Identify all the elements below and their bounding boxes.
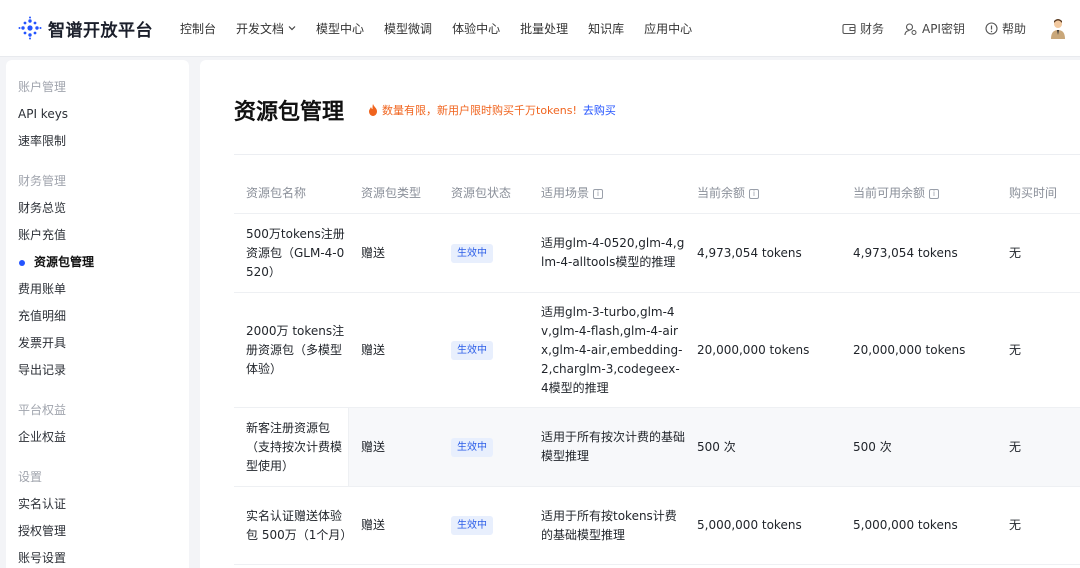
row-name: 实名认证赠送体验包 500万（1个月）	[246, 508, 349, 542]
nav-model-center[interactable]: 模型中心	[316, 20, 364, 37]
row-available: 5,000,000 tokens	[853, 518, 958, 532]
brand[interactable]: 智谱开放平台	[18, 16, 168, 41]
nav-knowledge[interactable]: 知识库	[588, 20, 624, 37]
main-nav: 控制台 开发文档 模型中心 模型微调 体验中心 批量处理 知识库 应用中心	[180, 20, 712, 37]
fire-icon	[369, 104, 378, 116]
row-time: 无	[1009, 518, 1022, 532]
top-nav-bar: 智谱开放平台 控制台 开发文档 模型中心 模型微调 体验中心 批量处理 知识库 …	[0, 0, 1080, 57]
sidebar-item-invoice[interactable]: 发票开具	[6, 330, 189, 357]
row-scene: 适用于所有按次计费的基础模型推理	[541, 430, 685, 463]
row-type: 赠送	[361, 342, 386, 357]
sidebar-item-bills[interactable]: 费用账单	[6, 276, 189, 303]
row-time: 无	[1009, 245, 1022, 260]
col-balance: 当前余额 i	[685, 184, 841, 203]
status-badge: 生效中	[451, 437, 493, 457]
page-title: 资源包管理	[234, 100, 345, 125]
divider	[234, 154, 1080, 155]
sidebar-item-finance-overview[interactable]: 财务总览	[6, 195, 189, 222]
sidebar-item-recharge-details[interactable]: 充值明细	[6, 303, 189, 330]
table-header: 资源包名称 资源包类型 资源包状态 适用场景 i 当前余额 i 当前可用余额 i 购买…	[234, 174, 1080, 214]
sidebar-item-authorization[interactable]: 授权管理	[6, 518, 189, 545]
resource-pack-table: 资源包名称 资源包类型 资源包状态 适用场景 i 当前余额 i 当前可用余额 i 购买…	[234, 174, 1080, 565]
col-name: 资源包名称	[246, 186, 307, 200]
row-time: 无	[1009, 342, 1022, 357]
col-status: 资源包状态	[451, 186, 512, 200]
row-available: 20,000,000 tokens	[853, 342, 966, 357]
col-type: 资源包类型	[361, 186, 422, 200]
nav-docs[interactable]: 开发文档	[236, 20, 296, 37]
row-balance: 20,000,000 tokens	[697, 342, 810, 357]
col-purchase-time: 购买时间	[1009, 186, 1058, 200]
nav-experience[interactable]: 体验中心	[452, 20, 500, 37]
info-icon[interactable]: i	[749, 188, 760, 199]
table-row: 实名认证赠送体验包 500万（1个月） 赠送 生效中 适用于所有按tokens计…	[234, 487, 1080, 565]
info-icon[interactable]: i	[593, 188, 604, 199]
row-scene: 适用于所有按tokens计费的基础模型推理	[541, 508, 677, 542]
promo-text: 数量有限，新用户限时购买千万tokens!	[382, 104, 577, 117]
sidebar-item-rate-limit[interactable]: 速率限制	[6, 128, 189, 155]
wallet-icon	[842, 23, 856, 34]
buy-link[interactable]: 去购买	[583, 102, 616, 118]
info-icon[interactable]: i	[929, 188, 940, 199]
help-link[interactable]: 帮助	[985, 20, 1026, 37]
brand-name: 智谱开放平台	[48, 20, 153, 41]
promo-banner: 数量有限，新用户限时购买千万tokens! 去购买	[368, 102, 616, 118]
user-avatar[interactable]	[1048, 18, 1068, 40]
row-scene: 适用glm-4-0520,glm-4,glm-4-alltools模型的推理	[541, 236, 685, 269]
row-balance: 500 次	[697, 439, 736, 454]
key-user-icon	[904, 22, 917, 35]
row-name: 2000万 tokens注册资源包（多模型体验）	[246, 323, 345, 376]
row-time: 无	[1009, 439, 1022, 454]
row-name: 500万tokens注册资源包（GLM-4-0520）	[246, 226, 345, 279]
row-available: 500 次	[853, 439, 892, 454]
nav-fine-tune[interactable]: 模型微调	[384, 20, 432, 37]
table-row: 新客注册资源包（支持按次计费模型使用） 赠送 生效中 适用于所有按次计费的基础模…	[234, 408, 1080, 487]
sidebar-item-verification[interactable]: 实名认证	[6, 491, 189, 518]
sidebar-item-export-records[interactable]: 导出记录	[6, 357, 189, 384]
row-type: 赠送	[361, 439, 386, 454]
sidebar-item-account-settings[interactable]: 账号设置	[6, 545, 189, 568]
row-name: 新客注册资源包（支持按次计费模型使用）	[234, 408, 349, 486]
sidebar-item-api-keys[interactable]: API keys	[6, 101, 189, 128]
sidebar: 账户管理 API keys 速率限制 财务管理 财务总览 账户充值 资源包管理 …	[6, 60, 189, 568]
nav-apps[interactable]: 应用中心	[644, 20, 692, 37]
sidebar-group-rights: 平台权益	[18, 403, 67, 417]
nav-batch[interactable]: 批量处理	[520, 20, 568, 37]
status-badge: 生效中	[451, 340, 493, 360]
row-type: 赠送	[361, 245, 386, 260]
status-badge: 生效中	[451, 243, 493, 263]
sidebar-item-recharge[interactable]: 账户充值	[6, 222, 189, 249]
status-badge: 生效中	[451, 516, 493, 535]
main-content: 资源包管理 数量有限，新用户限时购买千万tokens! 去购买 资源包名称 资源…	[200, 60, 1080, 568]
col-available: 当前可用余额 i	[841, 184, 997, 203]
row-scene: 适用glm-3-turbo,glm-4v,glm-4-flash,glm-4-a…	[541, 304, 683, 395]
row-available: 4,973,054 tokens	[853, 245, 958, 260]
api-key-link[interactable]: API密钥	[904, 20, 965, 37]
help-icon	[985, 22, 998, 35]
table-row: 500万tokens注册资源包（GLM-4-0520） 赠送 生效中 适用glm…	[234, 214, 1080, 293]
sidebar-group-account: 账户管理	[18, 80, 67, 94]
sidebar-group-settings: 设置	[18, 470, 43, 484]
table-row: 2000万 tokens注册资源包（多模型体验） 赠送 生效中 适用glm-3-…	[234, 293, 1080, 408]
sidebar-item-resource-packs[interactable]: 资源包管理	[6, 249, 189, 276]
zhipu-logo-icon	[18, 16, 42, 40]
chevron-down-icon	[288, 26, 296, 31]
header-tools: 财务 API密钥 帮助	[822, 0, 1068, 57]
sidebar-item-enterprise-rights[interactable]: 企业权益	[6, 424, 189, 451]
nav-console[interactable]: 控制台	[180, 20, 216, 37]
col-scene: 适用场景 i	[529, 184, 685, 203]
row-balance: 4,973,054 tokens	[697, 245, 802, 260]
row-balance: 5,000,000 tokens	[697, 518, 802, 532]
sidebar-group-finance: 财务管理	[18, 174, 67, 188]
row-type: 赠送	[361, 518, 386, 532]
finance-link[interactable]: 财务	[842, 20, 884, 37]
